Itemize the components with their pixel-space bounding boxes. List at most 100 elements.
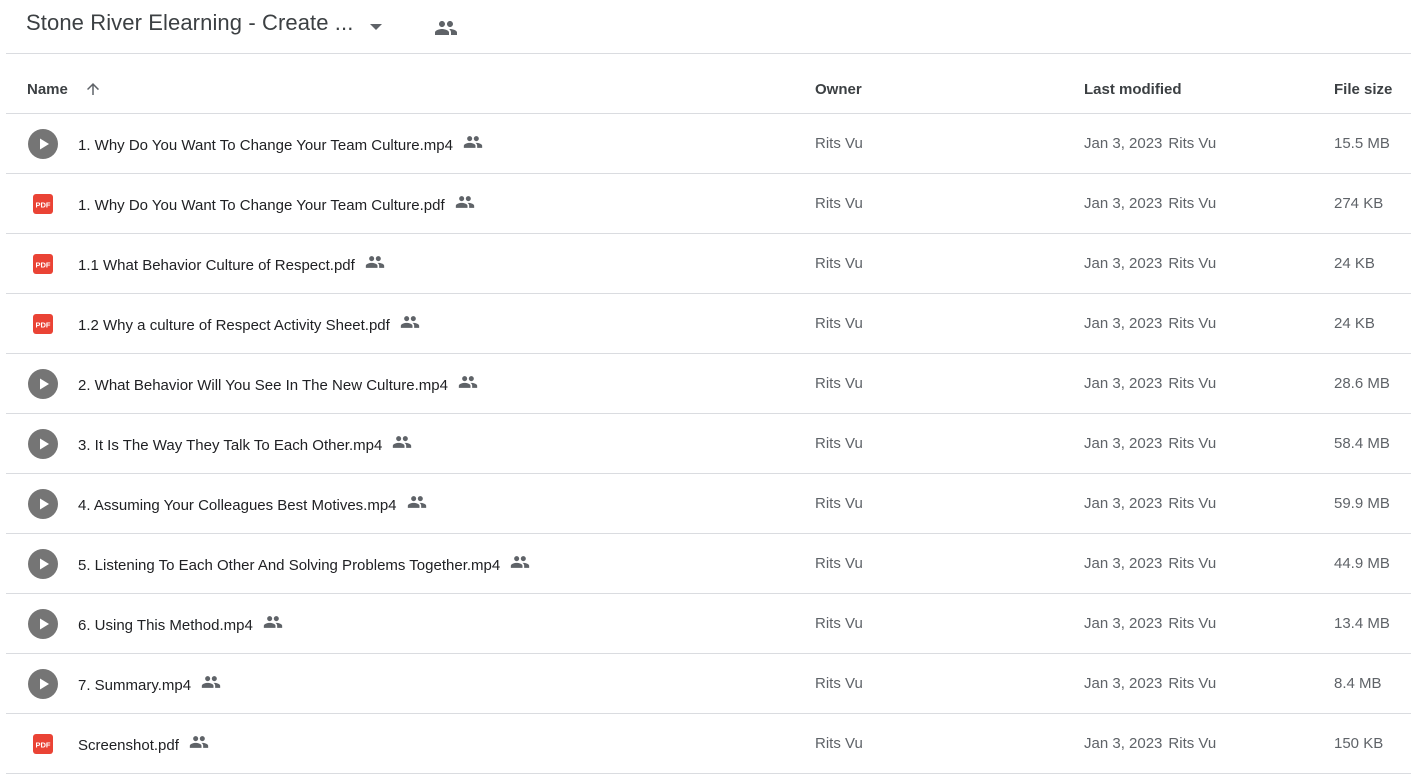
- video-play-icon: [28, 129, 58, 159]
- file-row[interactable]: 4. Assuming Your Colleagues Best Motives…: [6, 474, 1411, 534]
- modified-by: Rits Vu: [1168, 735, 1217, 752]
- file-row[interactable]: PDF Screenshot.pdf Rits Vu Jan 3, 2023 Rits …: [6, 714, 1411, 774]
- file-row[interactable]: PDF 1.1 What Behavior Culture of Respect.…: [6, 234, 1411, 294]
- file-size: 15.5 MB: [1334, 135, 1390, 152]
- file-size: 8.4 MB: [1334, 675, 1382, 692]
- people-icon: [463, 132, 483, 152]
- file-name-text: 6. Using This Method.mp4: [78, 616, 253, 634]
- file-last-modified: Jan 3, 2023 Rits Vu: [1084, 135, 1216, 152]
- modified-by: Rits Vu: [1168, 375, 1217, 392]
- file-name-text: Screenshot.pdf: [78, 736, 179, 754]
- video-play-icon: [28, 669, 58, 699]
- file-name-text: 7. Summary.mp4: [78, 676, 192, 694]
- svg-text:PDF: PDF: [36, 320, 51, 329]
- file-row[interactable]: 2. What Behavior Will You See In The New…: [6, 354, 1411, 414]
- file-size: 58.4 MB: [1334, 435, 1390, 452]
- file-owner: Rits Vu: [815, 555, 863, 572]
- pdf-icon: PDF: [28, 249, 58, 279]
- file-row[interactable]: 6. Using This Method.mp4 Rits Vu Jan 3, 20…: [6, 594, 1411, 654]
- file-last-modified: Jan 3, 2023 Rits Vu: [1084, 315, 1216, 332]
- file-name: 2. What Behavior Will You See In The New…: [78, 375, 478, 395]
- modified-date: Jan 3, 2023: [1084, 435, 1163, 452]
- video-play-icon: [28, 549, 58, 579]
- modified-date: Jan 3, 2023: [1084, 555, 1163, 572]
- file-name-text: 3. It Is The Way They Talk To Each Other…: [78, 436, 383, 454]
- file-size: 59.9 MB: [1334, 495, 1390, 512]
- modified-by: Rits Vu: [1168, 615, 1217, 632]
- file-owner: Rits Vu: [815, 135, 863, 152]
- modified-date: Jan 3, 2023: [1084, 375, 1163, 392]
- file-row[interactable]: 7. Summary.mp4 Rits Vu Jan 3, 2023 Rits Vu 8…: [6, 654, 1411, 714]
- people-icon: [189, 732, 209, 752]
- file-name: 1.1 What Behavior Culture of Respect.pdf: [78, 255, 385, 275]
- file-size: 28.6 MB: [1334, 375, 1390, 392]
- file-name: Screenshot.pdf: [78, 735, 209, 755]
- file-owner: Rits Vu: [815, 675, 863, 692]
- people-icon: [392, 432, 412, 452]
- file-size: 274 KB: [1334, 195, 1384, 212]
- video-play-icon: [28, 489, 58, 519]
- modified-date: Jan 3, 2023: [1084, 195, 1163, 212]
- pdf-icon: PDF: [28, 189, 58, 219]
- arrow-upward-icon[interactable]: [84, 80, 102, 98]
- file-row[interactable]: PDF 1.2 Why a culture of Respect Activity…: [6, 294, 1411, 354]
- people-icon: [263, 612, 283, 632]
- column-header-name[interactable]: Name: [27, 81, 68, 98]
- people-icon: [458, 372, 478, 392]
- file-name-text: 4. Assuming Your Colleagues Best Motives…: [78, 496, 397, 514]
- file-owner: Rits Vu: [815, 735, 863, 752]
- file-last-modified: Jan 3, 2023 Rits Vu: [1084, 495, 1216, 512]
- file-last-modified: Jan 3, 2023 Rits Vu: [1084, 615, 1216, 632]
- modified-date: Jan 3, 2023: [1084, 735, 1163, 752]
- column-header-owner[interactable]: Owner: [815, 81, 862, 98]
- modified-by: Rits Vu: [1168, 435, 1217, 452]
- column-header-file-size[interactable]: File size: [1334, 81, 1392, 98]
- file-size: 24 KB: [1334, 255, 1375, 272]
- video-play-icon: [28, 369, 58, 399]
- people-icon: [201, 672, 221, 692]
- file-name-text: 1. Why Do You Want To Change Your Team C…: [78, 136, 453, 154]
- file-owner: Rits Vu: [815, 615, 863, 632]
- video-play-icon: [28, 429, 58, 459]
- folder-title-button[interactable]: Stone River Elearning - Create ...: [26, 10, 353, 36]
- file-name-text: 1.1 What Behavior Culture of Respect.pdf: [78, 256, 355, 274]
- modified-by: Rits Vu: [1168, 555, 1217, 572]
- file-owner: Rits Vu: [815, 495, 863, 512]
- file-name: 5. Listening To Each Other And Solving P…: [78, 555, 530, 575]
- modified-by: Rits Vu: [1168, 315, 1217, 332]
- file-name: 4. Assuming Your Colleagues Best Motives…: [78, 495, 427, 515]
- column-header-last-modified[interactable]: Last modified: [1084, 81, 1182, 98]
- file-size: 150 KB: [1334, 735, 1384, 752]
- modified-date: Jan 3, 2023: [1084, 615, 1163, 632]
- file-row[interactable]: PDF 1. Why Do You Want To Change Your Tea…: [6, 174, 1411, 234]
- file-list: Name Owner Last modified File size 1. Wh…: [6, 60, 1411, 774]
- file-last-modified: Jan 3, 2023 Rits Vu: [1084, 735, 1216, 752]
- file-size: 13.4 MB: [1334, 615, 1390, 632]
- svg-text:PDF: PDF: [36, 260, 51, 269]
- modified-by: Rits Vu: [1168, 495, 1217, 512]
- file-name: 7. Summary.mp4: [78, 675, 221, 695]
- file-rows: 1. Why Do You Want To Change Your Team C…: [6, 114, 1411, 774]
- modified-date: Jan 3, 2023: [1084, 315, 1163, 332]
- file-last-modified: Jan 3, 2023 Rits Vu: [1084, 375, 1216, 392]
- file-owner: Rits Vu: [815, 255, 863, 272]
- arrow-drop-down-icon[interactable]: [368, 19, 384, 35]
- file-name-text: 1. Why Do You Want To Change Your Team C…: [78, 196, 445, 214]
- file-name: 3. It Is The Way They Talk To Each Other…: [78, 435, 412, 455]
- people-icon: [400, 312, 420, 332]
- file-owner: Rits Vu: [815, 435, 863, 452]
- file-name: 1. Why Do You Want To Change Your Team C…: [78, 195, 475, 215]
- file-last-modified: Jan 3, 2023 Rits Vu: [1084, 555, 1216, 572]
- file-size: 44.9 MB: [1334, 555, 1390, 572]
- file-owner: Rits Vu: [815, 375, 863, 392]
- file-last-modified: Jan 3, 2023 Rits Vu: [1084, 255, 1216, 272]
- file-name-text: 5. Listening To Each Other And Solving P…: [78, 556, 501, 574]
- file-row[interactable]: 1. Why Do You Want To Change Your Team C…: [6, 114, 1411, 174]
- svg-text:PDF: PDF: [36, 740, 51, 749]
- svg-text:PDF: PDF: [36, 200, 51, 209]
- file-last-modified: Jan 3, 2023 Rits Vu: [1084, 435, 1216, 452]
- file-name: 1. Why Do You Want To Change Your Team C…: [78, 135, 483, 155]
- people-icon: [365, 252, 385, 272]
- file-row[interactable]: 5. Listening To Each Other And Solving P…: [6, 534, 1411, 594]
- file-row[interactable]: 3. It Is The Way They Talk To Each Other…: [6, 414, 1411, 474]
